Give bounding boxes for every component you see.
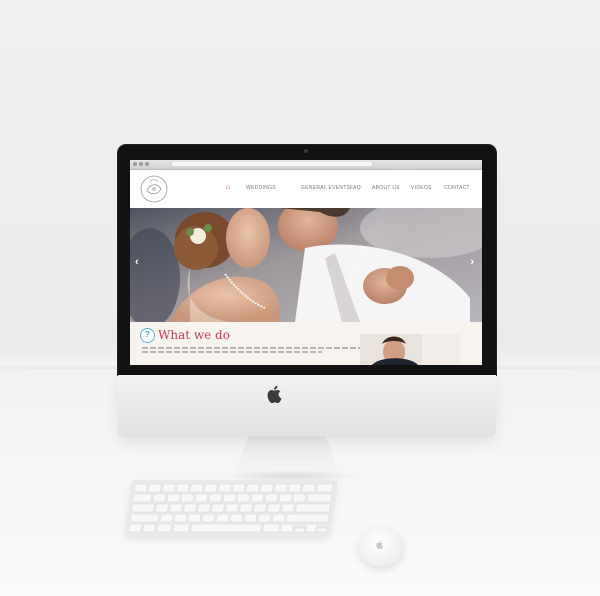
chevron-left-icon[interactable]: ‹ <box>135 256 139 268</box>
chevron-right-icon[interactable]: › <box>470 256 474 268</box>
what-we-do-section: ? What we do <box>130 322 482 365</box>
main-nav: WEDDINGS GENERAL EVENTS FAQ ABOUT US VID… <box>246 185 474 191</box>
hero-image <box>130 208 482 322</box>
imac-monitor: ⌂ WEDDINGS GENERAL EVENTS FAQ ABOUT US V… <box>118 145 496 437</box>
home-icon[interactable]: ⌂ <box>226 184 230 191</box>
browser-toolbar <box>130 160 482 170</box>
section-text-line <box>142 347 382 349</box>
keyboard-keys <box>128 483 334 533</box>
apple-logo-icon <box>267 385 282 403</box>
nav-item-faq[interactable]: FAQ <box>350 185 372 191</box>
site-logo[interactable] <box>138 173 170 205</box>
window-controls[interactable] <box>133 162 149 166</box>
mouse <box>358 526 404 566</box>
nav-item-weddings[interactable]: WEDDINGS <box>246 185 301 191</box>
monitor-bezel: ⌂ WEDDINGS GENERAL EVENTS FAQ ABOUT US V… <box>118 145 496 375</box>
site-header: ⌂ WEDDINGS GENERAL EVENTS FAQ ABOUT US V… <box>130 170 482 208</box>
nav-item-general-events[interactable]: GENERAL EVENTS <box>301 185 350 191</box>
window-maximize-icon[interactable] <box>145 162 149 166</box>
section-title: What we do <box>158 328 230 342</box>
monitor-chin <box>118 375 496 437</box>
keyboard <box>124 480 338 536</box>
question-icon: ? <box>140 328 155 343</box>
window-minimize-icon[interactable] <box>139 162 143 166</box>
hero-slider[interactable]: ‹ › <box>130 208 482 322</box>
monitor-screen: ⌂ WEDDINGS GENERAL EVENTS FAQ ABOUT US V… <box>130 160 482 365</box>
section-text-line <box>142 351 322 353</box>
camera-icon <box>304 149 308 153</box>
apple-logo-icon <box>376 540 384 549</box>
address-bar[interactable] <box>172 162 372 166</box>
nav-item-videos[interactable]: VIDEOS <box>411 185 444 191</box>
nav-item-contact[interactable]: CONTACT <box>444 185 474 191</box>
staff-photo <box>360 334 460 365</box>
window-close-icon[interactable] <box>133 162 137 166</box>
nav-item-about-us[interactable]: ABOUT US <box>372 185 411 191</box>
